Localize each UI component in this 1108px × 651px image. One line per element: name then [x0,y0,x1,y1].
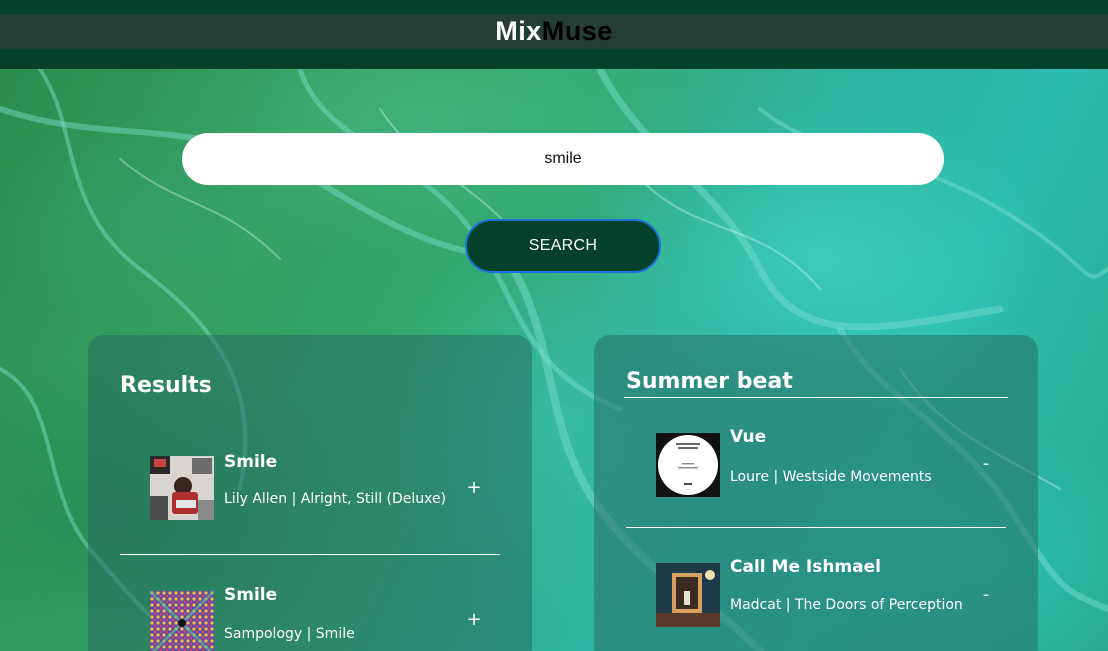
header-bar: MixMuse [0,14,1108,49]
track-artist-album: Lily Allen | Alright, Still (Deluxe) [224,491,447,507]
album-art-image [150,456,214,520]
app-logo: MixMuse [495,16,613,46]
track-artist-album: Madcat | The Doors of Perception [730,597,963,613]
remove-track-button[interactable]: - [976,582,996,606]
album-art-image [656,563,720,627]
album-art-image [150,591,214,651]
track-name: Call Me Ishmael [730,557,881,577]
track-name: Vue [730,427,767,447]
track-name: Smile [224,452,278,472]
playlist-track-item: Call Me Ishmael Madcat | The Doors of Pe… [626,528,1006,651]
search-button[interactable]: SEARCH [465,219,661,273]
add-track-button[interactable]: + [464,607,484,631]
remove-track-button[interactable]: - [976,451,996,475]
results-title: Results [120,373,212,398]
track-name: Smile [224,585,278,605]
album-art-image [656,433,720,497]
search-input[interactable] [182,133,944,185]
add-track-button[interactable]: + [464,475,484,499]
playlist-track-item: Vue Loure | Westside Movements - [626,397,1006,528]
results-track-item: Smile Sampology | Smile + [120,555,500,651]
header-bottom-strip [0,49,1108,69]
results-track-item: Smile Lily Allen | Alright, Still (Delux… [120,435,500,555]
playlist-title-input[interactable] [624,365,1008,398]
top-strip [0,0,1108,14]
track-artist-album: Loure | Westside Movements [730,469,932,485]
track-artist-album: Sampology | Smile [224,626,355,642]
playlist-panel: Vue Loure | Westside Movements - Call Me… [594,335,1038,651]
results-panel: Results Smile Lily Allen | Alright, Stil… [88,335,532,651]
